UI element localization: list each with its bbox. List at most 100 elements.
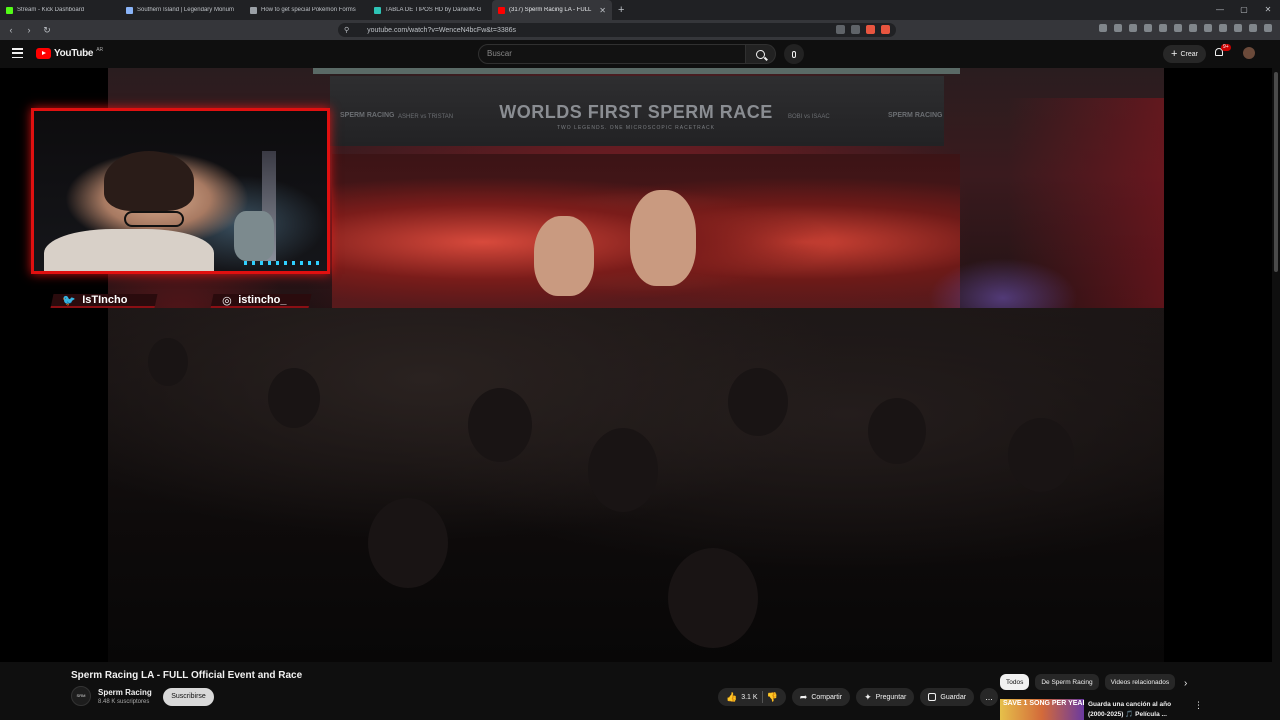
stage-screen [332, 154, 960, 314]
extension-icon[interactable] [1264, 24, 1272, 32]
reload-icon[interactable]: ↻ [40, 25, 54, 36]
extension-icon[interactable] [1159, 24, 1167, 32]
racer-face [630, 190, 696, 286]
crowd-head [728, 368, 788, 436]
extension-icon[interactable] [1129, 24, 1137, 32]
rewards-icon[interactable] [881, 25, 890, 34]
like-count: 3.1 K [741, 693, 758, 701]
extension-icon[interactable] [1249, 24, 1257, 32]
omnibox-actions [836, 25, 890, 34]
address-bar[interactable]: ⚲ youtube.com/watch?v=WenceN4bcFw&t=3386… [338, 23, 896, 37]
chip-all[interactable]: Todos [1000, 674, 1030, 690]
close-window-icon[interactable]: ✕ [1256, 0, 1280, 20]
crowd-head [368, 498, 448, 588]
share-page-icon[interactable] [851, 25, 860, 34]
recommendation-menu-icon[interactable]: ⋮ [1194, 700, 1203, 711]
like-button[interactable]: 👍 3.1 K [726, 692, 758, 703]
tab-title: Southern Island | Legendary Monum [137, 7, 234, 13]
chip-from-channel[interactable]: De Sperm Racing [1035, 674, 1099, 690]
search-button[interactable] [746, 44, 776, 64]
subscribe-button[interactable]: Suscribirse [163, 688, 214, 706]
close-tab-icon[interactable]: ✕ [599, 6, 606, 15]
extension-icon[interactable] [1219, 24, 1227, 32]
recommendation-title[interactable]: Guarda una canción al año (2000-2025) 🎵 … [1088, 700, 1184, 720]
microphone-icon [792, 50, 796, 58]
racer-face [534, 216, 594, 296]
crowd-head [588, 428, 658, 512]
cast-icon[interactable] [836, 25, 845, 34]
youtube-logo[interactable]: YouTube AR [36, 47, 103, 59]
extension-icon[interactable] [1099, 24, 1107, 32]
related-filter-chips: Todos De Sperm Racing Videos relacionado… [1000, 674, 1176, 690]
browser-toolbar: ‹ › ↻ ⚲ youtube.com/watch?v=WenceN4bcFw&… [0, 20, 1280, 40]
tab-title: (317) Sperm Racing LA - FULL [509, 7, 592, 13]
dislike-button[interactable]: 👎 [767, 692, 778, 703]
site-info-icon[interactable]: ⚲ [344, 26, 349, 34]
youtube-masthead: YouTube AR Buscar + Crear 9+ [0, 40, 1280, 68]
more-actions-button[interactable]: ... [980, 688, 999, 706]
youtube-favicon-icon [498, 6, 505, 14]
maximize-icon[interactable]: ▢ [1232, 0, 1256, 20]
extension-icon[interactable] [1189, 24, 1197, 32]
video-player[interactable]: SPERM RACING ASHER vs TRISTAN WORLDS FIR… [0, 68, 1280, 662]
extension-icon[interactable] [1174, 24, 1182, 32]
crowd-head [468, 388, 532, 462]
browser-tab-strip: Stream - Kick Dashboard Southern Island … [0, 0, 1280, 20]
share-button[interactable]: ➦ Compartir [791, 688, 851, 706]
browser-tab[interactable]: Stream - Kick Dashboard [0, 0, 120, 20]
extension-icon[interactable] [1204, 24, 1212, 32]
sparkle-icon: ✦ [864, 691, 872, 702]
page-favicon-icon [250, 6, 257, 14]
twitter-handle-badge: 🐦 IsTIncho [50, 294, 158, 308]
forward-icon[interactable]: › [22, 25, 36, 35]
extension-icon[interactable] [1234, 24, 1242, 32]
browser-tab[interactable]: TABLA DE TIPOS HD by DanielM-G [368, 0, 492, 20]
back-icon[interactable]: ‹ [4, 25, 18, 35]
crowd-head [268, 368, 320, 428]
video-actions: 👍 3.1 K 👎 ➦ Compartir ✦ Preguntar Guarda… [718, 688, 999, 706]
save-button[interactable]: Guardar [920, 688, 975, 706]
account-avatar[interactable] [1243, 47, 1255, 59]
notification-badge: 9+ [1221, 44, 1231, 51]
instagram-handle: istincho_ [237, 294, 287, 306]
url-text: youtube.com/watch?v=WenceN4bcFw&t=3386s [367, 26, 517, 34]
page-scrollbar[interactable] [1272, 68, 1280, 720]
crowd-head [148, 338, 188, 386]
streamer-glasses [124, 211, 184, 227]
recommendation-thumbnail[interactable]: SAVE 1 SONG PER YEAR [1000, 699, 1084, 720]
banner-matchup-right: BOBI vs ISAAC [788, 114, 830, 120]
channel-avatar[interactable]: SRM [71, 686, 91, 706]
channel-name[interactable]: Sperm Racing [98, 688, 152, 697]
crowd-head [1008, 418, 1074, 492]
led-lights [244, 261, 324, 265]
extensions-bar [1099, 24, 1272, 32]
search-input[interactable]: Buscar [478, 44, 746, 64]
extension-icon[interactable] [1144, 24, 1152, 32]
browser-tab[interactable]: Southern Island | Legendary Monum [120, 0, 244, 20]
browser-tab-active[interactable]: (317) Sperm Racing LA - FULL ✕ [492, 0, 612, 20]
chip-related-videos[interactable]: Videos relacionados [1104, 674, 1176, 690]
browser-tab[interactable]: How to get special Pokémon Forms [244, 0, 368, 20]
bookmark-icon [928, 693, 937, 701]
extension-icon[interactable] [1114, 24, 1122, 32]
kick-favicon-icon [6, 6, 13, 14]
tab-title: Stream - Kick Dashboard [17, 7, 85, 13]
ask-button[interactable]: ✦ Preguntar [856, 688, 915, 706]
youtube-play-icon [36, 48, 51, 59]
streamer-body [44, 229, 214, 271]
twitter-icon: 🐦 [62, 294, 76, 307]
page-favicon-icon [374, 6, 381, 14]
chevron-right-icon[interactable]: › [1184, 678, 1187, 689]
instagram-icon: ◎ [222, 294, 232, 307]
brave-shield-icon[interactable] [866, 25, 875, 34]
create-button[interactable]: + Crear [1163, 45, 1206, 63]
new-tab-button[interactable]: + [618, 4, 624, 16]
menu-icon[interactable] [12, 48, 23, 58]
voice-search-button[interactable] [784, 44, 804, 64]
crowd [108, 308, 1164, 662]
thumbs-up-icon: 👍 [726, 691, 738, 702]
scrollbar-thumb[interactable] [1274, 72, 1278, 272]
figure [234, 211, 274, 261]
minimize-icon[interactable]: — [1208, 0, 1232, 20]
video-title: Sperm Racing LA - FULL Official Event an… [71, 670, 303, 681]
